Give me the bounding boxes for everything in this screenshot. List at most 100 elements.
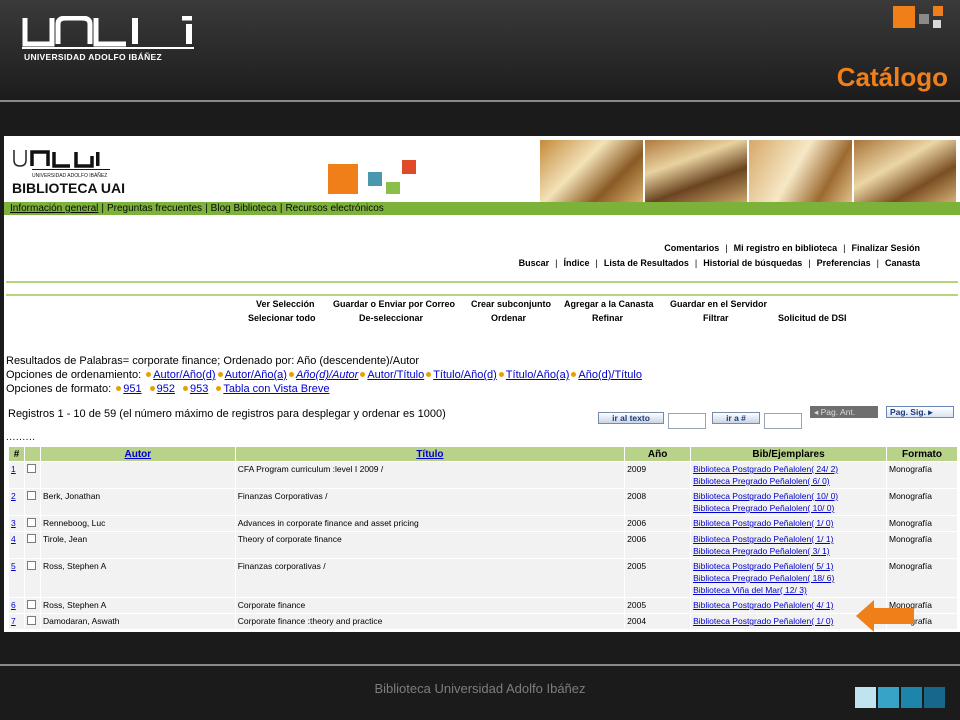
menu-item-historial-de-busquedas[interactable]: Historial de búsquedas	[703, 258, 802, 268]
column-header-author[interactable]: Autor	[39, 446, 236, 462]
holdings-link[interactable]: Biblioteca Postgrado Peñalolen( 5/ 1)	[693, 560, 884, 572]
menu-item-canasta[interactable]: Canasta	[885, 258, 920, 268]
table-row: 6 Ross, Stephen A Corporate finance 2005 Bib…	[8, 597, 958, 614]
holdings-link[interactable]: Biblioteca Viña del Mar( 12/ 3)	[693, 584, 884, 596]
menu-item-finalizar-sesion[interactable]: Finalizar Sesión	[851, 243, 920, 253]
title-cell: CFA Program curriculum :level I 2009 /	[234, 461, 626, 489]
library-photo-strip	[540, 140, 956, 202]
divider	[6, 281, 958, 283]
menu-item-lista-de-resultados[interactable]: Lista de Resultados	[604, 258, 689, 268]
record-number-link[interactable]: 1	[8, 461, 25, 489]
bullet-icon	[426, 372, 432, 378]
year-cell: 2006	[624, 531, 692, 559]
menu-item-mi-registro-en-biblioteca[interactable]: Mi registro en biblioteca	[734, 243, 838, 253]
format-option-951[interactable]: 951	[123, 383, 141, 395]
next-page-label: Pag. Sig.	[890, 407, 926, 417]
checkbox-icon[interactable]	[26, 464, 36, 473]
nav-link-preguntas-frecuentes[interactable]: Preguntas frecuentes	[107, 203, 202, 214]
action-guardar-o-enviar-por-correo[interactable]: Guardar o Enviar por Correo	[333, 299, 455, 309]
action-selecionar-todo[interactable]: Selecionar todo	[248, 313, 316, 323]
bullet-icon	[498, 372, 504, 378]
menu-separator: |	[595, 258, 598, 268]
checkbox-icon[interactable]	[26, 600, 36, 609]
action-de-seleccionar[interactable]: De-seleccionar	[359, 313, 423, 323]
year-cell: 2005	[624, 558, 692, 598]
sort-option-ano-d-titulo[interactable]: Año(d)/Título	[578, 369, 642, 381]
record-number-link[interactable]: 7	[8, 613, 25, 630]
action-refinar[interactable]: Refinar	[592, 313, 623, 323]
nav-link-recursos-electronicos[interactable]: Recursos electrónicos	[285, 203, 383, 214]
goto-number-button[interactable]: ir a #	[712, 412, 760, 424]
record-number-link[interactable]: 2	[8, 488, 25, 516]
action-agregar-a-la-canasta[interactable]: Agregar a la Canasta	[564, 299, 654, 309]
action-guardar-en-el-servidor[interactable]: Guardar en el Servidor	[670, 299, 767, 309]
author-cell: Berk, Jonathan	[39, 488, 236, 516]
goto-text-button[interactable]: ir al texto	[598, 412, 664, 424]
holdings-link[interactable]: Biblioteca Postgrado Peñalolen( 10/ 0)	[693, 490, 884, 502]
menu-item-comentarios[interactable]: Comentarios	[664, 243, 719, 253]
format-option-tabla-con-vista-breve[interactable]: Tabla con Vista Breve	[223, 383, 329, 395]
library-logo-text: UNIVERSIDAD ADOLFO IBÁÑEZ	[32, 172, 107, 179]
library-banner: UNIVERSIDAD ADOLFO IBÁÑEZ BIBLIOTECA UAI	[4, 136, 960, 202]
sort-option-autor-ano-a[interactable]: Autor/Año(a)	[225, 369, 287, 381]
sort-option-autor-titulo[interactable]: Autor/Título	[367, 369, 424, 381]
holdings-link[interactable]: Biblioteca Pregrado Peñalolen( 18/ 6)	[693, 572, 884, 584]
column-header-number: #	[8, 446, 25, 462]
record-number-link[interactable]: 5	[8, 558, 25, 598]
record-number-link[interactable]: 3	[8, 515, 25, 532]
author-cell: Ross, Stephen A	[39, 558, 236, 598]
menu-item-preferencias[interactable]: Preferencias	[817, 258, 871, 268]
bullet-icon	[360, 372, 366, 378]
bullet-icon	[146, 372, 152, 378]
checkbox-icon[interactable]	[26, 561, 36, 570]
action-filtrar[interactable]: Filtrar	[703, 313, 729, 323]
checkbox-icon[interactable]	[26, 534, 36, 543]
holdings-link[interactable]: Biblioteca Postgrado Peñalolen( 24/ 2)	[693, 463, 884, 475]
nav-link-informacion-general[interactable]: Información general	[10, 203, 98, 214]
select-cell	[23, 531, 41, 559]
holdings-link[interactable]: Biblioteca Postgrado Peñalolen( 1/ 1)	[693, 533, 884, 545]
column-header-select	[23, 446, 41, 462]
goto-text-input[interactable]	[668, 413, 706, 429]
menu-item-indice[interactable]: Índice	[563, 258, 589, 268]
record-number-link[interactable]: 4	[8, 531, 25, 559]
previous-page-button[interactable]: ◂ Pag. Ant.	[810, 406, 878, 418]
holdings-link[interactable]: Biblioteca Postgrado Peñalolen( 1/ 0)	[693, 517, 884, 529]
format-option-953[interactable]: 953	[190, 383, 208, 395]
sort-option-autor-ano-d[interactable]: Autor/Año(d)	[153, 369, 215, 381]
nav-link-blog-biblioteca[interactable]: Blog Biblioteca	[211, 203, 277, 214]
title-cell: Finanzas Corporativas /	[234, 488, 626, 516]
sort-options: Opciones de ordenamiento: Autor/Año(d) Au…	[6, 368, 642, 382]
holdings-cell: Biblioteca Postgrado Peñalolen( 5/ 1) Bib…	[690, 558, 887, 598]
format-cell: Monografía	[886, 558, 958, 598]
year-cell: 2004	[624, 613, 692, 630]
record-number-link[interactable]: 6	[8, 597, 25, 614]
library-photo	[540, 140, 643, 202]
select-cell	[23, 461, 41, 489]
action-crear-subconjunto[interactable]: Crear subconjunto	[471, 299, 551, 309]
holdings-cell: Biblioteca Postgrado Peñalolen( 1/ 1) Bib…	[690, 531, 887, 559]
action-ver-seleccion[interactable]: Ver Selección	[256, 299, 315, 309]
menu-item-buscar[interactable]: Buscar	[519, 258, 550, 268]
holdings-link[interactable]: Biblioteca Pregrado Peñalolen( 6/ 0)	[693, 475, 884, 487]
sort-option-titulo-ano-a[interactable]: Título/Año(a)	[506, 369, 570, 381]
sort-option-ano-d-autor[interactable]: Año(d)/Autor	[296, 369, 358, 381]
format-option-952[interactable]: 952	[157, 383, 175, 395]
holdings-link[interactable]: Biblioteca Pregrado Peñalolen( 10/ 0)	[693, 502, 884, 514]
holdings-link[interactable]: Biblioteca Pregrado Peñalolen( 3/ 1)	[693, 545, 884, 557]
holdings-cell: Biblioteca Postgrado Peñalolen( 1/ 0)	[690, 515, 887, 532]
bullet-icon	[217, 372, 223, 378]
column-header-format: Formato	[886, 446, 958, 462]
next-page-button[interactable]: Pag. Sig. ▸	[886, 406, 954, 418]
bullet-icon	[116, 386, 122, 392]
goto-number-input[interactable]	[764, 413, 802, 429]
checkbox-icon[interactable]	[26, 518, 36, 527]
checkbox-icon[interactable]	[26, 491, 36, 500]
checkbox-icon[interactable]	[26, 616, 36, 625]
column-header-title[interactable]: Título	[234, 446, 626, 462]
sort-option-titulo-ano-d[interactable]: Título/Año(d)	[433, 369, 497, 381]
select-cell	[23, 613, 41, 630]
action-ordenar[interactable]: Ordenar	[491, 313, 526, 323]
format-options-label: Opciones de formato:	[6, 383, 112, 395]
action-solicitud-de-dsi[interactable]: Solicitud de DSI	[778, 313, 847, 323]
